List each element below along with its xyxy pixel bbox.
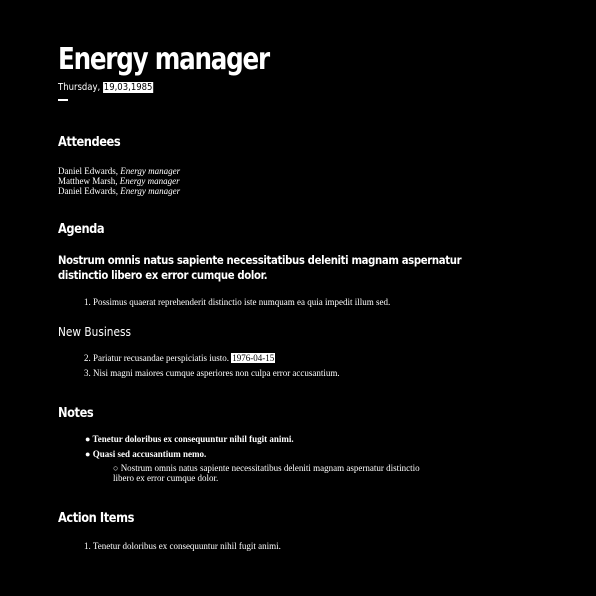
document: Energy manager Thursday, 19,03,1985 Atte… (58, 40, 462, 552)
attendee-role: Energy manager (120, 186, 181, 196)
new-business-list: 2. Pariatur recusandae perspiciatis iust… (58, 352, 458, 379)
attendee-role: Energy manager (120, 166, 181, 176)
new-business-heading: New Business (58, 325, 131, 339)
bullet-icon: ● (85, 434, 91, 444)
list-item: 2. Pariatur recusandae perspiciatis iust… (84, 352, 458, 364)
attendees-list: Daniel Edwards, Energy manager Matthew M… (58, 166, 458, 196)
item-text: Tenetur doloribus ex consequuntur nihil … (92, 541, 281, 551)
item-text: Quasi sed accusantium nemo. (92, 449, 207, 459)
attendee-name: Daniel Edwards, (58, 166, 121, 176)
list-item: ● Tenetur doloribus ex consequuntur nihi… (85, 433, 458, 445)
attendee-row: Daniel Edwards, Energy manager (58, 186, 458, 196)
agenda-lead: Nostrum omnis natus sapiente necessitati… (58, 253, 462, 283)
agenda-lead-line: distinctio libero ex error cumque dolor. (58, 268, 268, 282)
item-number: 1. (84, 541, 91, 551)
attendee-name: Daniel Edwards, (58, 186, 121, 196)
title-divider (58, 99, 68, 101)
item-text: Possimus quaerat reprehenderit distincti… (93, 297, 391, 307)
list-item: 1. Tenetur doloribus ex consequuntur nih… (84, 540, 458, 552)
meeting-date-line: Thursday, 19,03,1985 (58, 81, 398, 95)
agenda-heading: Agenda (58, 222, 105, 237)
notes-subitem: ○ Nostrum omnis natus sapiente necessita… (58, 463, 458, 483)
list-item: 1. Possimus quaerat reprehenderit distin… (84, 296, 458, 308)
item-number: 2. (84, 353, 91, 363)
page-title: Energy manager (58, 42, 270, 77)
item-text: Nisi magni maiores cumque asperiores non… (93, 368, 340, 378)
attendee-name: Matthew Marsh, (58, 176, 120, 186)
agenda-list: 1. Possimus quaerat reprehenderit distin… (58, 296, 458, 308)
attendee-role: Energy manager (119, 176, 180, 186)
attendee-row: Daniel Edwards, Energy manager (58, 166, 458, 176)
bullet-icon: ● (85, 449, 91, 459)
weekday-label: Thursday, (58, 82, 103, 93)
subitem-line: ○ Nostrum omnis natus sapiente necessita… (113, 463, 420, 473)
attendee-row: Matthew Marsh, Energy manager (58, 176, 458, 186)
list-item: ● Quasi sed accusantium nemo. (85, 448, 458, 460)
list-item: 3. Nisi magni maiores cumque asperiores … (84, 367, 458, 379)
action-items-list: 1. Tenetur doloribus ex consequuntur nih… (58, 540, 458, 552)
action-items-heading: Action Items (58, 511, 134, 526)
attendees-heading: Attendees (58, 135, 121, 150)
item-text: Pariatur recusandae perspiciatis iusto. (93, 353, 232, 363)
hollow-bullet-icon: ○ (113, 463, 119, 473)
notes-heading: Notes (58, 406, 94, 421)
item-number: 3. (84, 368, 91, 378)
date-badge: 1976-04-15 (231, 353, 276, 363)
notes-list: ● Tenetur doloribus ex consequuntur nihi… (58, 433, 458, 460)
item-number: 1. (84, 297, 91, 307)
subitem-line: libero ex error cumque dolor. (113, 473, 219, 483)
agenda-lead-line: Nostrum omnis natus sapiente necessitati… (58, 253, 462, 267)
item-text: Tenetur doloribus ex consequuntur nihil … (92, 434, 294, 444)
meeting-date: 19,03,1985 (102, 82, 154, 93)
